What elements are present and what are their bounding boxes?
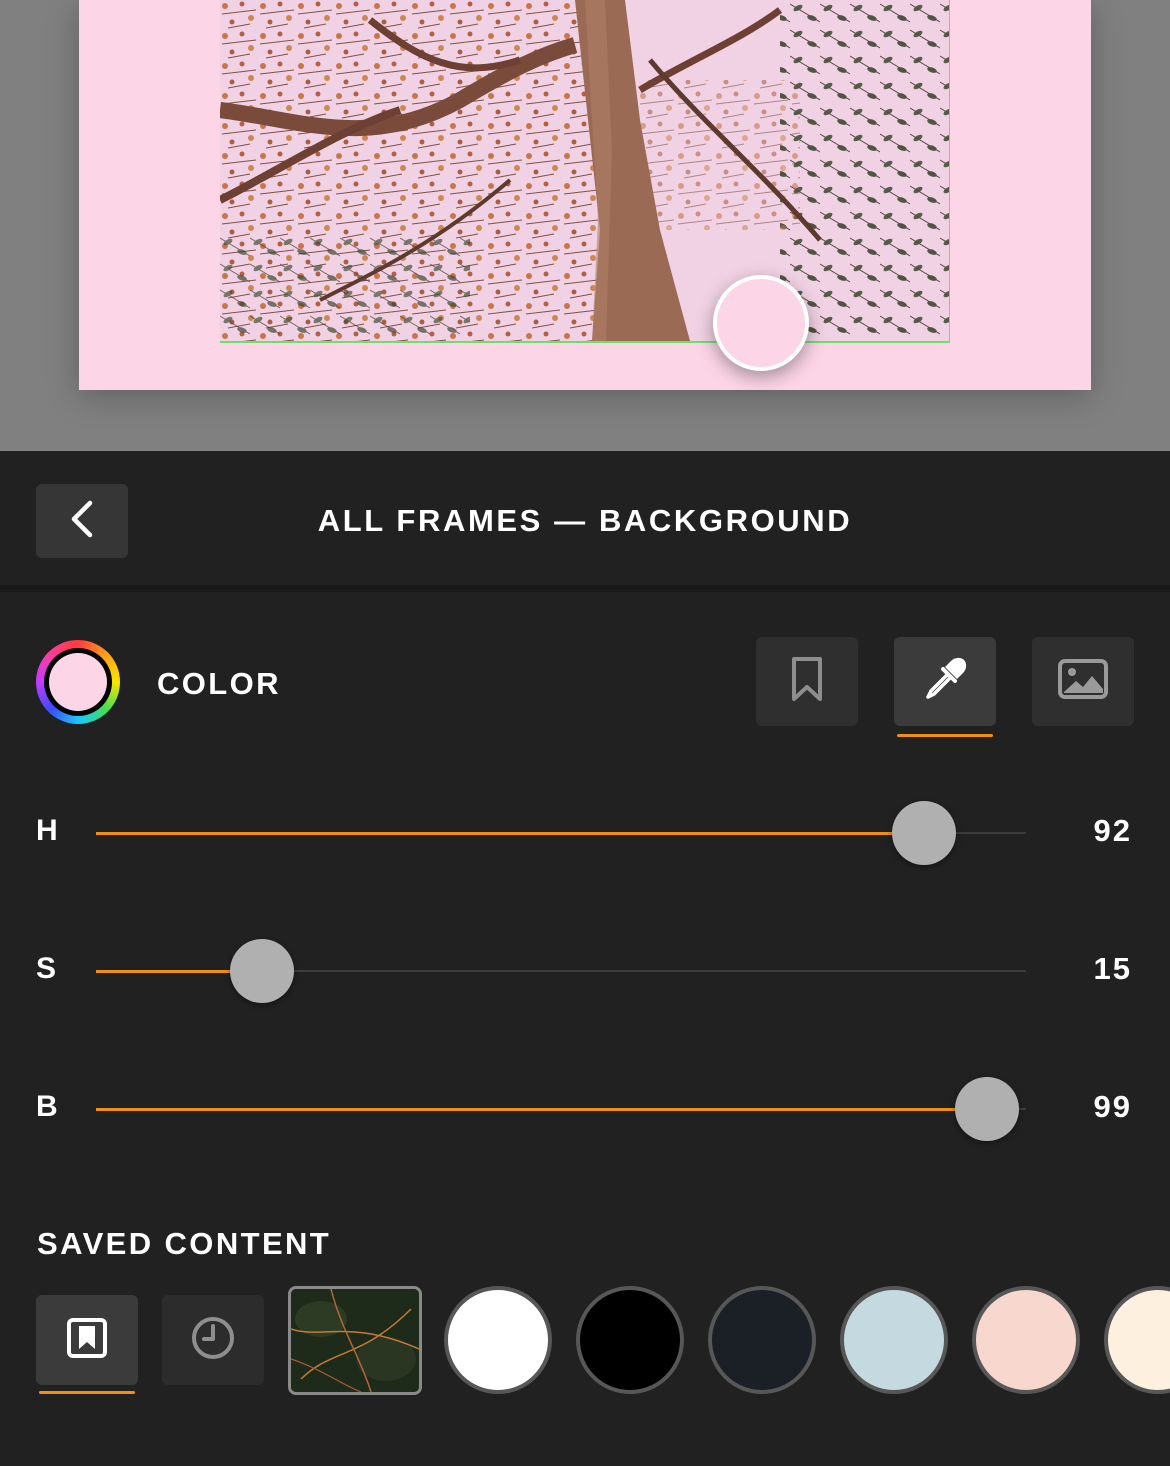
page-title: ALL FRAMES — BACKGROUND: [317, 503, 853, 538]
slider-knob[interactable]: [229, 939, 294, 1003]
color-picker-loupe[interactable]: [713, 275, 809, 371]
saved-color-swatch[interactable]: [1104, 1286, 1170, 1394]
tree-photo-artwork: [220, 0, 949, 341]
saved-bookmarks-tab[interactable]: [36, 1295, 138, 1385]
active-saved-tab-indicator: [39, 1391, 135, 1394]
canvas-area: [0, 0, 1170, 451]
slider-label-h: H: [36, 814, 58, 847]
color-label: COLOR: [157, 666, 281, 701]
slider-label-s: S: [36, 952, 57, 985]
eyedropper-mode-button[interactable]: [894, 637, 996, 726]
color-wheel-button[interactable]: [36, 640, 120, 724]
saved-image-thumbnail[interactable]: [288, 1286, 422, 1395]
divider: [0, 585, 1170, 592]
slider-label-b: B: [36, 1090, 58, 1123]
eyedropper-icon: [921, 655, 969, 708]
slider-track-b[interactable]: [96, 1077, 1026, 1141]
slider-value-h: 92: [1093, 813, 1132, 848]
slider-fill: [96, 1107, 987, 1111]
saved-bookmark-icon: [66, 1317, 108, 1364]
active-mode-indicator: [897, 734, 993, 737]
saved-color-swatch[interactable]: [840, 1286, 948, 1394]
tree-photo[interactable]: [220, 0, 950, 343]
bookmark-icon: [790, 656, 824, 707]
background-frame[interactable]: [79, 0, 1091, 390]
history-tab[interactable]: [162, 1295, 264, 1385]
bookmark-mode-button[interactable]: [756, 637, 858, 726]
color-wheel-ring: [44, 648, 112, 716]
slider-knob[interactable]: [891, 801, 956, 865]
slider-knob[interactable]: [954, 1077, 1019, 1141]
saved-color-swatch[interactable]: [708, 1286, 816, 1394]
slider-track-s[interactable]: [96, 939, 1026, 1003]
saved-color-swatch[interactable]: [972, 1286, 1080, 1394]
slider-track-h[interactable]: [96, 801, 1026, 865]
image-icon: [1058, 659, 1108, 704]
history-clock-icon: [190, 1315, 236, 1366]
saved-content-label: SAVED CONTENT: [37, 1226, 332, 1261]
saved-color-swatch[interactable]: [444, 1286, 552, 1394]
saved-color-swatch[interactable]: [576, 1286, 684, 1394]
saved-image-artwork: [291, 1289, 419, 1392]
current-color-swatch: [49, 653, 107, 711]
slider-value-b: 99: [1093, 1089, 1132, 1124]
slider-value-s: 15: [1093, 951, 1132, 986]
image-mode-button[interactable]: [1032, 637, 1134, 726]
slider-fill: [96, 831, 924, 835]
